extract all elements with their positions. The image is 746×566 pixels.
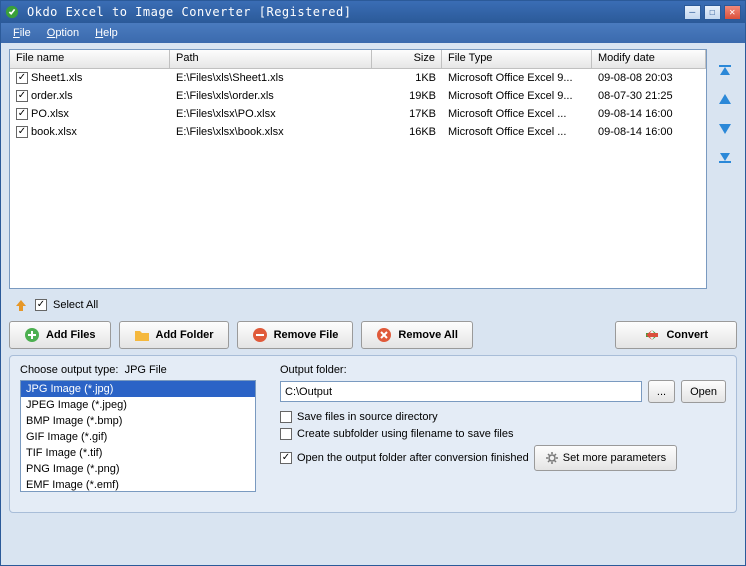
remove-file-button[interactable]: Remove File <box>237 321 354 349</box>
table-row[interactable]: ✓book.xlsx E:\Files\xlsx\book.xlsx16KBMic… <box>10 123 706 141</box>
output-folder-label: Output folder: <box>280 364 726 376</box>
maximize-button[interactable]: ☐ <box>704 5 721 20</box>
menu-file[interactable]: File <box>7 27 37 39</box>
row-checkbox[interactable]: ✓ <box>16 90 28 102</box>
file-name: order.xls <box>31 90 73 102</box>
output-type-listbox[interactable]: JPG Image (*.jpg)JPEG Image (*.jpeg)BMP … <box>20 380 256 492</box>
file-name: book.xlsx <box>31 126 77 138</box>
output-type-label: Choose output type: JPG File <box>20 364 256 376</box>
menubar: File Option Help <box>1 23 745 43</box>
select-all-checkbox[interactable]: ✓ <box>35 299 47 311</box>
close-button[interactable]: ✕ <box>724 5 741 20</box>
save-in-source-checkbox[interactable] <box>280 411 292 423</box>
convert-icon <box>644 327 660 343</box>
file-type: Microsoft Office Excel 9... <box>442 89 592 103</box>
file-name: PO.xlsx <box>31 108 69 120</box>
output-type-option[interactable]: JPEG Image (*.jpeg) <box>21 397 255 413</box>
file-size: 17KB <box>372 107 442 121</box>
col-header-date[interactable]: Modify date <box>592 50 706 68</box>
output-type-option[interactable]: TIF Image (*.tif) <box>21 445 255 461</box>
create-subfolder-checkbox[interactable] <box>280 428 292 440</box>
select-all-row: ✓ Select All <box>9 295 737 315</box>
add-folder-button[interactable]: Add Folder <box>119 321 229 349</box>
file-date: 09-08-14 16:00 <box>592 125 706 139</box>
file-date: 08-07-30 21:25 <box>592 89 706 103</box>
plus-icon <box>24 327 40 343</box>
folder-icon <box>134 327 150 343</box>
file-table: File name Path Size File Type Modify dat… <box>9 49 707 289</box>
app-window: Okdo Excel to Image Converter [Registere… <box>0 0 746 566</box>
remove-all-button[interactable]: Remove All <box>361 321 473 349</box>
open-after-label: Open the output folder after conversion … <box>297 452 529 464</box>
toolbar: Add Files Add Folder Remove File Remove … <box>9 321 737 349</box>
up-folder-icon[interactable] <box>13 297 29 313</box>
output-folder-input[interactable] <box>280 381 642 402</box>
file-name: Sheet1.xls <box>31 72 82 84</box>
gear-icon <box>545 451 559 465</box>
file-size: 1KB <box>372 71 442 85</box>
file-type: Microsoft Office Excel ... <box>442 125 592 139</box>
file-date: 09-08-14 16:00 <box>592 107 706 121</box>
output-type-option[interactable]: EMF Image (*.emf) <box>21 477 255 492</box>
app-icon <box>5 5 19 19</box>
col-header-type[interactable]: File Type <box>442 50 592 68</box>
table-row[interactable]: ✓Sheet1.xls E:\Files\xls\Sheet1.xls1KBMic… <box>10 69 706 87</box>
window-title: Okdo Excel to Image Converter [Registere… <box>23 5 681 19</box>
open-folder-button[interactable]: Open <box>681 380 726 403</box>
remove-all-icon <box>376 327 392 343</box>
move-top-icon[interactable] <box>716 63 734 81</box>
minus-icon <box>252 327 268 343</box>
settings-panel: Choose output type: JPG File JPG Image (… <box>9 355 737 513</box>
select-all-label: Select All <box>53 299 98 311</box>
file-path: E:\Files\xls\Sheet1.xls <box>170 71 372 85</box>
menu-help[interactable]: Help <box>89 27 124 39</box>
file-type: Microsoft Office Excel ... <box>442 107 592 121</box>
file-path: E:\Files\xlsx\PO.xlsx <box>170 107 372 121</box>
reorder-buttons <box>713 49 737 289</box>
menu-option[interactable]: Option <box>41 27 85 39</box>
output-type-option[interactable]: PNG Image (*.png) <box>21 461 255 477</box>
move-down-icon[interactable] <box>716 119 734 137</box>
file-size: 19KB <box>372 89 442 103</box>
file-size: 16KB <box>372 125 442 139</box>
output-type-option[interactable]: GIF Image (*.gif) <box>21 429 255 445</box>
content-area: File name Path Size File Type Modify dat… <box>1 43 745 565</box>
add-files-button[interactable]: Add Files <box>9 321 111 349</box>
row-checkbox[interactable]: ✓ <box>16 108 28 120</box>
col-header-name[interactable]: File name <box>10 50 170 68</box>
row-checkbox[interactable]: ✓ <box>16 72 28 84</box>
browse-button[interactable]: ... <box>648 380 675 403</box>
move-bottom-icon[interactable] <box>716 147 734 165</box>
file-path: E:\Files\xls\order.xls <box>170 89 372 103</box>
row-checkbox[interactable]: ✓ <box>16 126 28 138</box>
output-type-option[interactable]: JPG Image (*.jpg) <box>21 381 255 397</box>
convert-button[interactable]: Convert <box>615 321 737 349</box>
output-type-option[interactable]: BMP Image (*.bmp) <box>21 413 255 429</box>
col-header-size[interactable]: Size <box>372 50 442 68</box>
file-path: E:\Files\xlsx\book.xlsx <box>170 125 372 139</box>
open-after-checkbox[interactable]: ✓ <box>280 452 292 464</box>
table-header: File name Path Size File Type Modify dat… <box>10 50 706 69</box>
table-row[interactable]: ✓PO.xlsx E:\Files\xlsx\PO.xlsx17KBMicroso… <box>10 105 706 123</box>
minimize-button[interactable]: – <box>684 5 701 20</box>
file-date: 09-08-08 20:03 <box>592 71 706 85</box>
file-type: Microsoft Office Excel 9... <box>442 71 592 85</box>
col-header-path[interactable]: Path <box>170 50 372 68</box>
titlebar: Okdo Excel to Image Converter [Registere… <box>1 1 745 23</box>
table-row[interactable]: ✓order.xls E:\Files\xls\order.xls19KBMicr… <box>10 87 706 105</box>
create-subfolder-label: Create subfolder using filename to save … <box>297 428 513 440</box>
save-in-source-label: Save files in source directory <box>297 411 438 423</box>
move-up-icon[interactable] <box>716 91 734 109</box>
set-more-parameters-button[interactable]: Set more parameters <box>534 445 677 471</box>
